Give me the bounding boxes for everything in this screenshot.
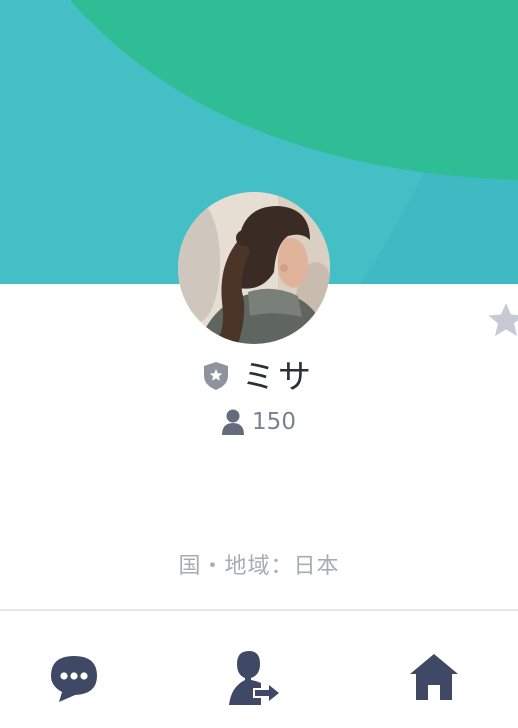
- home-icon: [410, 654, 458, 700]
- avatar-photo: [178, 192, 330, 344]
- share-contact-button[interactable]: [224, 647, 284, 707]
- star-icon: [488, 303, 518, 336]
- person-share-icon: [229, 651, 279, 705]
- profile-name-row: ミサ: [0, 352, 518, 396]
- home-button[interactable]: [404, 647, 464, 707]
- bottom-action-bar: [0, 611, 518, 728]
- region-text: 国・地域：日本: [178, 554, 340, 579]
- chat-bubble-icon: [51, 656, 97, 702]
- avatar[interactable]: [178, 192, 330, 344]
- profile-page: ミサ 150 国・地域：日本: [0, 0, 518, 728]
- friend-count: 150: [252, 409, 296, 435]
- official-badge-icon: [204, 362, 228, 390]
- friend-count-row: 150: [0, 406, 518, 438]
- person-icon: [222, 409, 245, 435]
- chat-button[interactable]: [44, 647, 104, 707]
- favorite-star-button[interactable]: [488, 302, 518, 340]
- profile-name: ミサ: [242, 357, 314, 396]
